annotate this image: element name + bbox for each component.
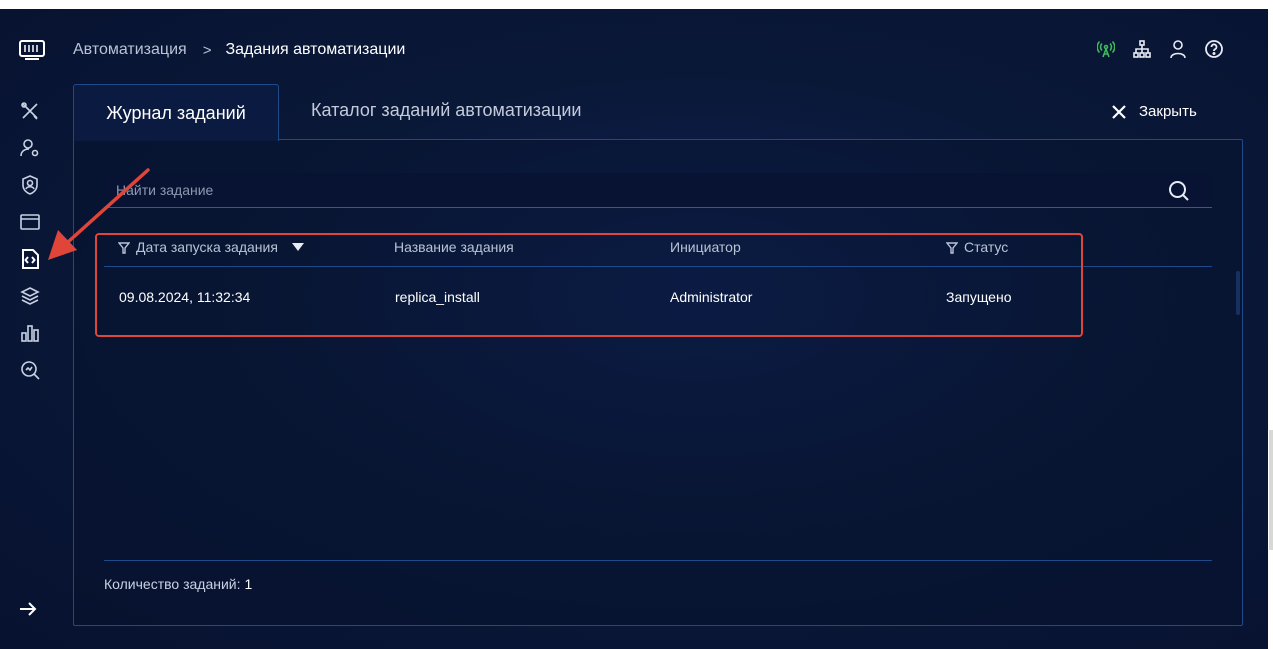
close-icon: [1112, 104, 1126, 119]
job-count-label: Количество заданий:: [104, 576, 241, 592]
content-panel: [73, 139, 1243, 626]
tab-job-log[interactable]: Журнал заданий: [73, 84, 279, 141]
breadcrumb-separator: >: [202, 41, 212, 59]
column-header-name-label: Название задания: [394, 239, 514, 255]
close-label: Закрыть: [1139, 103, 1197, 120]
cell-status: Запущено: [946, 289, 1012, 305]
filter-icon[interactable]: [945, 241, 959, 254]
table-header: Дата запуска задания Название задания Ин…: [104, 238, 1212, 267]
help-icon[interactable]: [1205, 39, 1223, 59]
breadcrumb: Автоматизация > Задания автоматизации: [73, 41, 405, 59]
column-header-initiator-label: Инициатор: [670, 239, 741, 255]
user-settings-icon[interactable]: [19, 137, 41, 159]
network-icon[interactable]: [1133, 39, 1151, 59]
table-row[interactable]: 09.08.2024, 11:32:34 replica_install Adm…: [104, 279, 1212, 315]
user-shield-icon[interactable]: [19, 174, 41, 196]
search-analytics-icon[interactable]: [19, 359, 41, 381]
close-button[interactable]: Закрыть: [1111, 103, 1197, 120]
breadcrumb-current: Задания автоматизации: [225, 41, 406, 58]
cell-job-name: replica_install: [395, 289, 480, 305]
app-window: Автоматизация > Задания автоматизации Жу…: [0, 9, 1268, 649]
job-count-value: 1: [244, 576, 253, 592]
search-icon[interactable]: [1168, 180, 1190, 202]
column-header-date[interactable]: Дата запуска задания: [117, 239, 304, 255]
search-input[interactable]: [104, 173, 1212, 207]
column-header-date-label: Дата запуска задания: [136, 239, 278, 255]
breadcrumb-parent-link[interactable]: Автоматизация: [73, 41, 187, 59]
user-icon[interactable]: [1169, 39, 1187, 59]
antenna-icon[interactable]: [1097, 39, 1115, 59]
filter-icon[interactable]: [117, 241, 131, 254]
window-icon[interactable]: [19, 211, 41, 233]
column-header-initiator[interactable]: Инициатор: [670, 239, 741, 255]
bar-chart-icon[interactable]: [19, 322, 41, 344]
window-edge: [1268, 0, 1273, 649]
column-header-name[interactable]: Название задания: [394, 239, 514, 255]
cell-initiator: Administrator: [670, 289, 753, 305]
code-file-icon[interactable]: [19, 248, 41, 270]
search-field: [104, 173, 1212, 208]
logo-icon[interactable]: [19, 40, 45, 60]
sidebar: [0, 9, 62, 649]
expand-sidebar-icon[interactable]: [18, 599, 38, 619]
job-count: Количество заданий: 1: [104, 576, 252, 592]
column-header-status[interactable]: Статус: [945, 239, 1009, 255]
column-header-status-label: Статус: [964, 239, 1009, 255]
footer-divider: [104, 560, 1212, 561]
scrollbar[interactable]: [1236, 271, 1240, 315]
layers-icon[interactable]: [19, 285, 41, 307]
tools-icon[interactable]: [19, 100, 41, 122]
top-toolbar: [1097, 39, 1223, 59]
sort-desc-icon[interactable]: [291, 243, 304, 251]
tab-automation-catalog[interactable]: Каталог заданий автоматизации: [311, 100, 581, 121]
cell-date: 09.08.2024, 11:32:34: [119, 289, 251, 305]
